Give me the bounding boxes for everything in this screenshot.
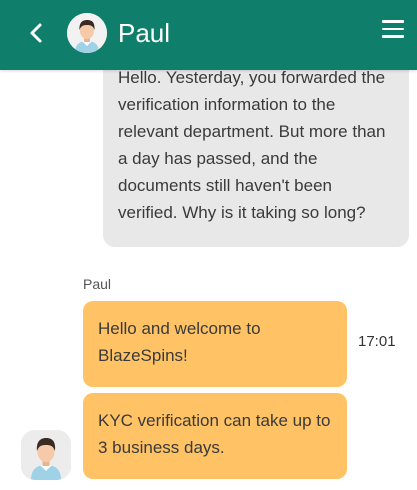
sender-name: Paul bbox=[83, 276, 112, 292]
agent-avatar[interactable] bbox=[67, 13, 107, 53]
menu-button[interactable] bbox=[382, 20, 404, 42]
message-timestamp: 17:01 bbox=[358, 333, 396, 350]
person-avatar-icon bbox=[67, 13, 107, 53]
chat-header: Paul bbox=[0, 0, 417, 70]
chevron-left-icon bbox=[30, 23, 42, 43]
hamburger-menu-icon bbox=[382, 20, 404, 38]
back-button[interactable] bbox=[22, 18, 52, 48]
person-avatar-icon bbox=[21, 430, 71, 480]
outgoing-message-bubble: Hello. Yesterday, you forwarded the veri… bbox=[103, 54, 409, 247]
chat-title: Paul bbox=[118, 18, 171, 48]
incoming-message-bubble: KYC verification can take up to 3 busine… bbox=[83, 393, 347, 479]
sender-avatar bbox=[21, 430, 71, 480]
incoming-message-bubble: Hello and welcome to BlazeSpins! bbox=[83, 301, 347, 387]
